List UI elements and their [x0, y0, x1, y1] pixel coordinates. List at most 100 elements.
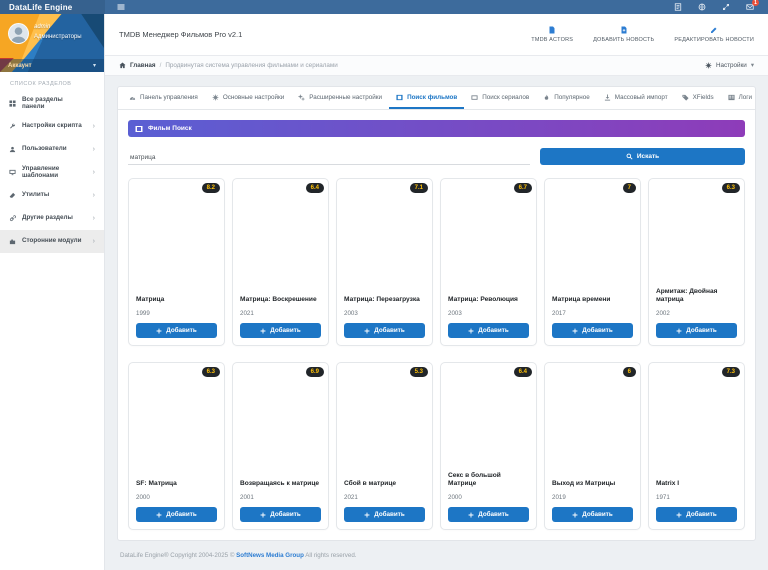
- chevron-right-icon: ›: [93, 169, 95, 176]
- account-dropdown[interactable]: Аккаунт ▾: [0, 59, 104, 72]
- rating-badge: 7: [623, 183, 636, 193]
- sidebar-item-label: Утилиты: [22, 192, 49, 199]
- add-button-label: Добавить: [166, 327, 197, 334]
- tab-label: Расширенные настройки: [309, 94, 382, 101]
- add-movie-button[interactable]: Добавить: [136, 323, 217, 338]
- search-button[interactable]: Искать: [540, 148, 745, 165]
- movie-year: 2000: [129, 489, 224, 507]
- add-movie-button[interactable]: Добавить: [656, 507, 737, 522]
- add-movie-button[interactable]: Добавить: [240, 323, 321, 338]
- add-movie-button[interactable]: Добавить: [448, 323, 529, 338]
- breadcrumb-home-link[interactable]: Главная: [119, 62, 156, 69]
- add-movie-button[interactable]: Добавить: [448, 507, 529, 522]
- movie-poster-placeholder: [129, 363, 224, 480]
- add-button-label: Добавить: [582, 327, 613, 334]
- add-button-label: Добавить: [270, 327, 301, 334]
- settings-dropdown[interactable]: Настройки ▾: [705, 62, 754, 69]
- movie-search-input[interactable]: [128, 151, 530, 165]
- globe-icon[interactable]: [698, 3, 706, 11]
- sidebar-item-label: Управление шаблонами: [22, 166, 87, 180]
- chevron-right-icon: ›: [93, 215, 95, 222]
- gear-icon: [212, 94, 219, 101]
- tab-label: Поиск сериалов: [482, 94, 529, 101]
- sidebar-item-all-sections[interactable]: Все разделы панели ›: [0, 92, 104, 115]
- tab-basic-settings[interactable]: Основные настройки: [205, 87, 291, 109]
- username: admin: [34, 24, 50, 30]
- breadcrumb-separator: /: [160, 62, 162, 69]
- add-button-label: Добавить: [270, 511, 301, 518]
- sidebar-item-users[interactable]: Пользователи ›: [0, 138, 104, 161]
- rating-badge: 5.3: [410, 367, 428, 377]
- topbar-icon-group: 1: [674, 0, 768, 14]
- add-movie-button[interactable]: Добавить: [552, 507, 633, 522]
- tab-dashboard[interactable]: Панель управления: [122, 87, 205, 109]
- tab-logs[interactable]: Логи: [721, 87, 759, 109]
- envelope-icon[interactable]: 1: [746, 3, 754, 11]
- content-area: Панель управления Основные настройки Рас…: [105, 76, 768, 570]
- sidebar-section-label: СПИСОК РАЗДЕЛОВ: [0, 72, 104, 92]
- tmdb-actors-button[interactable]: TMDB ACTORS: [531, 26, 573, 43]
- movie-card: 6.4 Матрица: Воскрешение 2021 Добавить: [232, 178, 329, 346]
- film-icon: [396, 94, 403, 101]
- add-news-button[interactable]: ДОБАВИТЬ НОВОСТЬ: [593, 26, 654, 43]
- page-header: TMDB Менеджер Фильмов Pro v2.1 TMDB ACTO…: [105, 14, 768, 56]
- add-movie-button[interactable]: Добавить: [240, 507, 321, 522]
- tab-popular[interactable]: Популярное: [536, 87, 597, 109]
- sidebar-menu: Все разделы панели › Настройки скрипта ›…: [0, 92, 104, 253]
- rating-badge: 6: [623, 367, 636, 377]
- tab-xfields[interactable]: XFields: [675, 87, 721, 109]
- search-button-label: Искать: [637, 153, 659, 160]
- avatar[interactable]: [8, 23, 29, 44]
- tab-series-search[interactable]: Поиск сериалов: [464, 87, 536, 109]
- eraser-icon: [9, 192, 16, 199]
- gears-icon: [298, 94, 305, 101]
- tab-mass-import[interactable]: Массовый импорт: [597, 87, 675, 109]
- app-window: DataLife Engine 1: [0, 0, 768, 570]
- softnews-link[interactable]: SoftNews Media Group: [236, 552, 304, 559]
- rating-badge: 7.1: [410, 183, 428, 193]
- movie-poster-placeholder: [545, 179, 640, 296]
- header-actions: TMDB ACTORS ДОБАВИТЬ НОВОСТЬ РЕДАКТИРОВА…: [531, 26, 754, 43]
- plus-icon: [468, 328, 474, 334]
- movie-card: 8.2 Матрица 1999 Добавить: [128, 178, 225, 346]
- movie-card: 7 Матрица времени 2017 Добавить: [544, 178, 641, 346]
- film-icon: [135, 125, 143, 133]
- download-icon: [604, 94, 611, 101]
- sidebar-item-templates[interactable]: Управление шаблонами ›: [0, 161, 104, 184]
- menu-toggle-button[interactable]: [105, 0, 137, 14]
- sidebar-item-third-party-modules[interactable]: Сторонние модули ›: [0, 230, 104, 253]
- tab-advanced-settings[interactable]: Расширенные настройки: [291, 87, 389, 109]
- movie-card: 6.3 SF: Матрица 2000 Добавить: [128, 362, 225, 530]
- movie-title: Матрица: Воскрешение: [233, 296, 328, 305]
- movie-poster-placeholder: [441, 179, 536, 296]
- movie-year: 2003: [441, 305, 536, 323]
- sidebar-item-utilities[interactable]: Утилиты ›: [0, 184, 104, 207]
- add-movie-button[interactable]: Добавить: [552, 323, 633, 338]
- movie-title: Матрица: [129, 296, 224, 305]
- tab-label: Логи: [739, 94, 752, 101]
- user-group: Администраторы: [34, 34, 82, 40]
- sidebar-item-label: Другие разделы: [22, 215, 73, 222]
- rating-badge: 6.4: [306, 183, 324, 193]
- fire-icon: [543, 94, 550, 101]
- note-icon[interactable]: [674, 3, 682, 11]
- sidebar-item-other-sections[interactable]: Другие разделы ›: [0, 207, 104, 230]
- copyright-text: DataLife Engine® Copyright 2004-2025 ©: [120, 552, 234, 559]
- add-movie-button[interactable]: Добавить: [344, 323, 425, 338]
- sidebar-item-script-settings[interactable]: Настройки скрипта ›: [0, 115, 104, 138]
- plus-icon: [364, 512, 370, 518]
- add-movie-button[interactable]: Добавить: [344, 507, 425, 522]
- expand-icon[interactable]: [722, 3, 730, 11]
- add-button-label: Добавить: [374, 511, 405, 518]
- add-movie-button[interactable]: Добавить: [136, 507, 217, 522]
- tab-movie-search[interactable]: Поиск фильмов: [389, 87, 464, 109]
- movie-title: Возвращаясь к матрице: [233, 480, 328, 489]
- movie-title: Матрица: Перезагрузка: [337, 296, 432, 305]
- movie-results-grid: 8.2 Матрица 1999 Добавить 6.4 Матрица: В…: [128, 178, 745, 530]
- rating-badge: 6.7: [514, 183, 532, 193]
- edit-news-button[interactable]: РЕДАКТИРОВАТЬ НОВОСТИ: [674, 26, 754, 43]
- movie-title: Матрица: Революция: [441, 296, 536, 305]
- add-movie-button[interactable]: Добавить: [656, 323, 737, 338]
- breadcrumb-home-label: Главная: [130, 62, 156, 69]
- plus-icon: [260, 512, 266, 518]
